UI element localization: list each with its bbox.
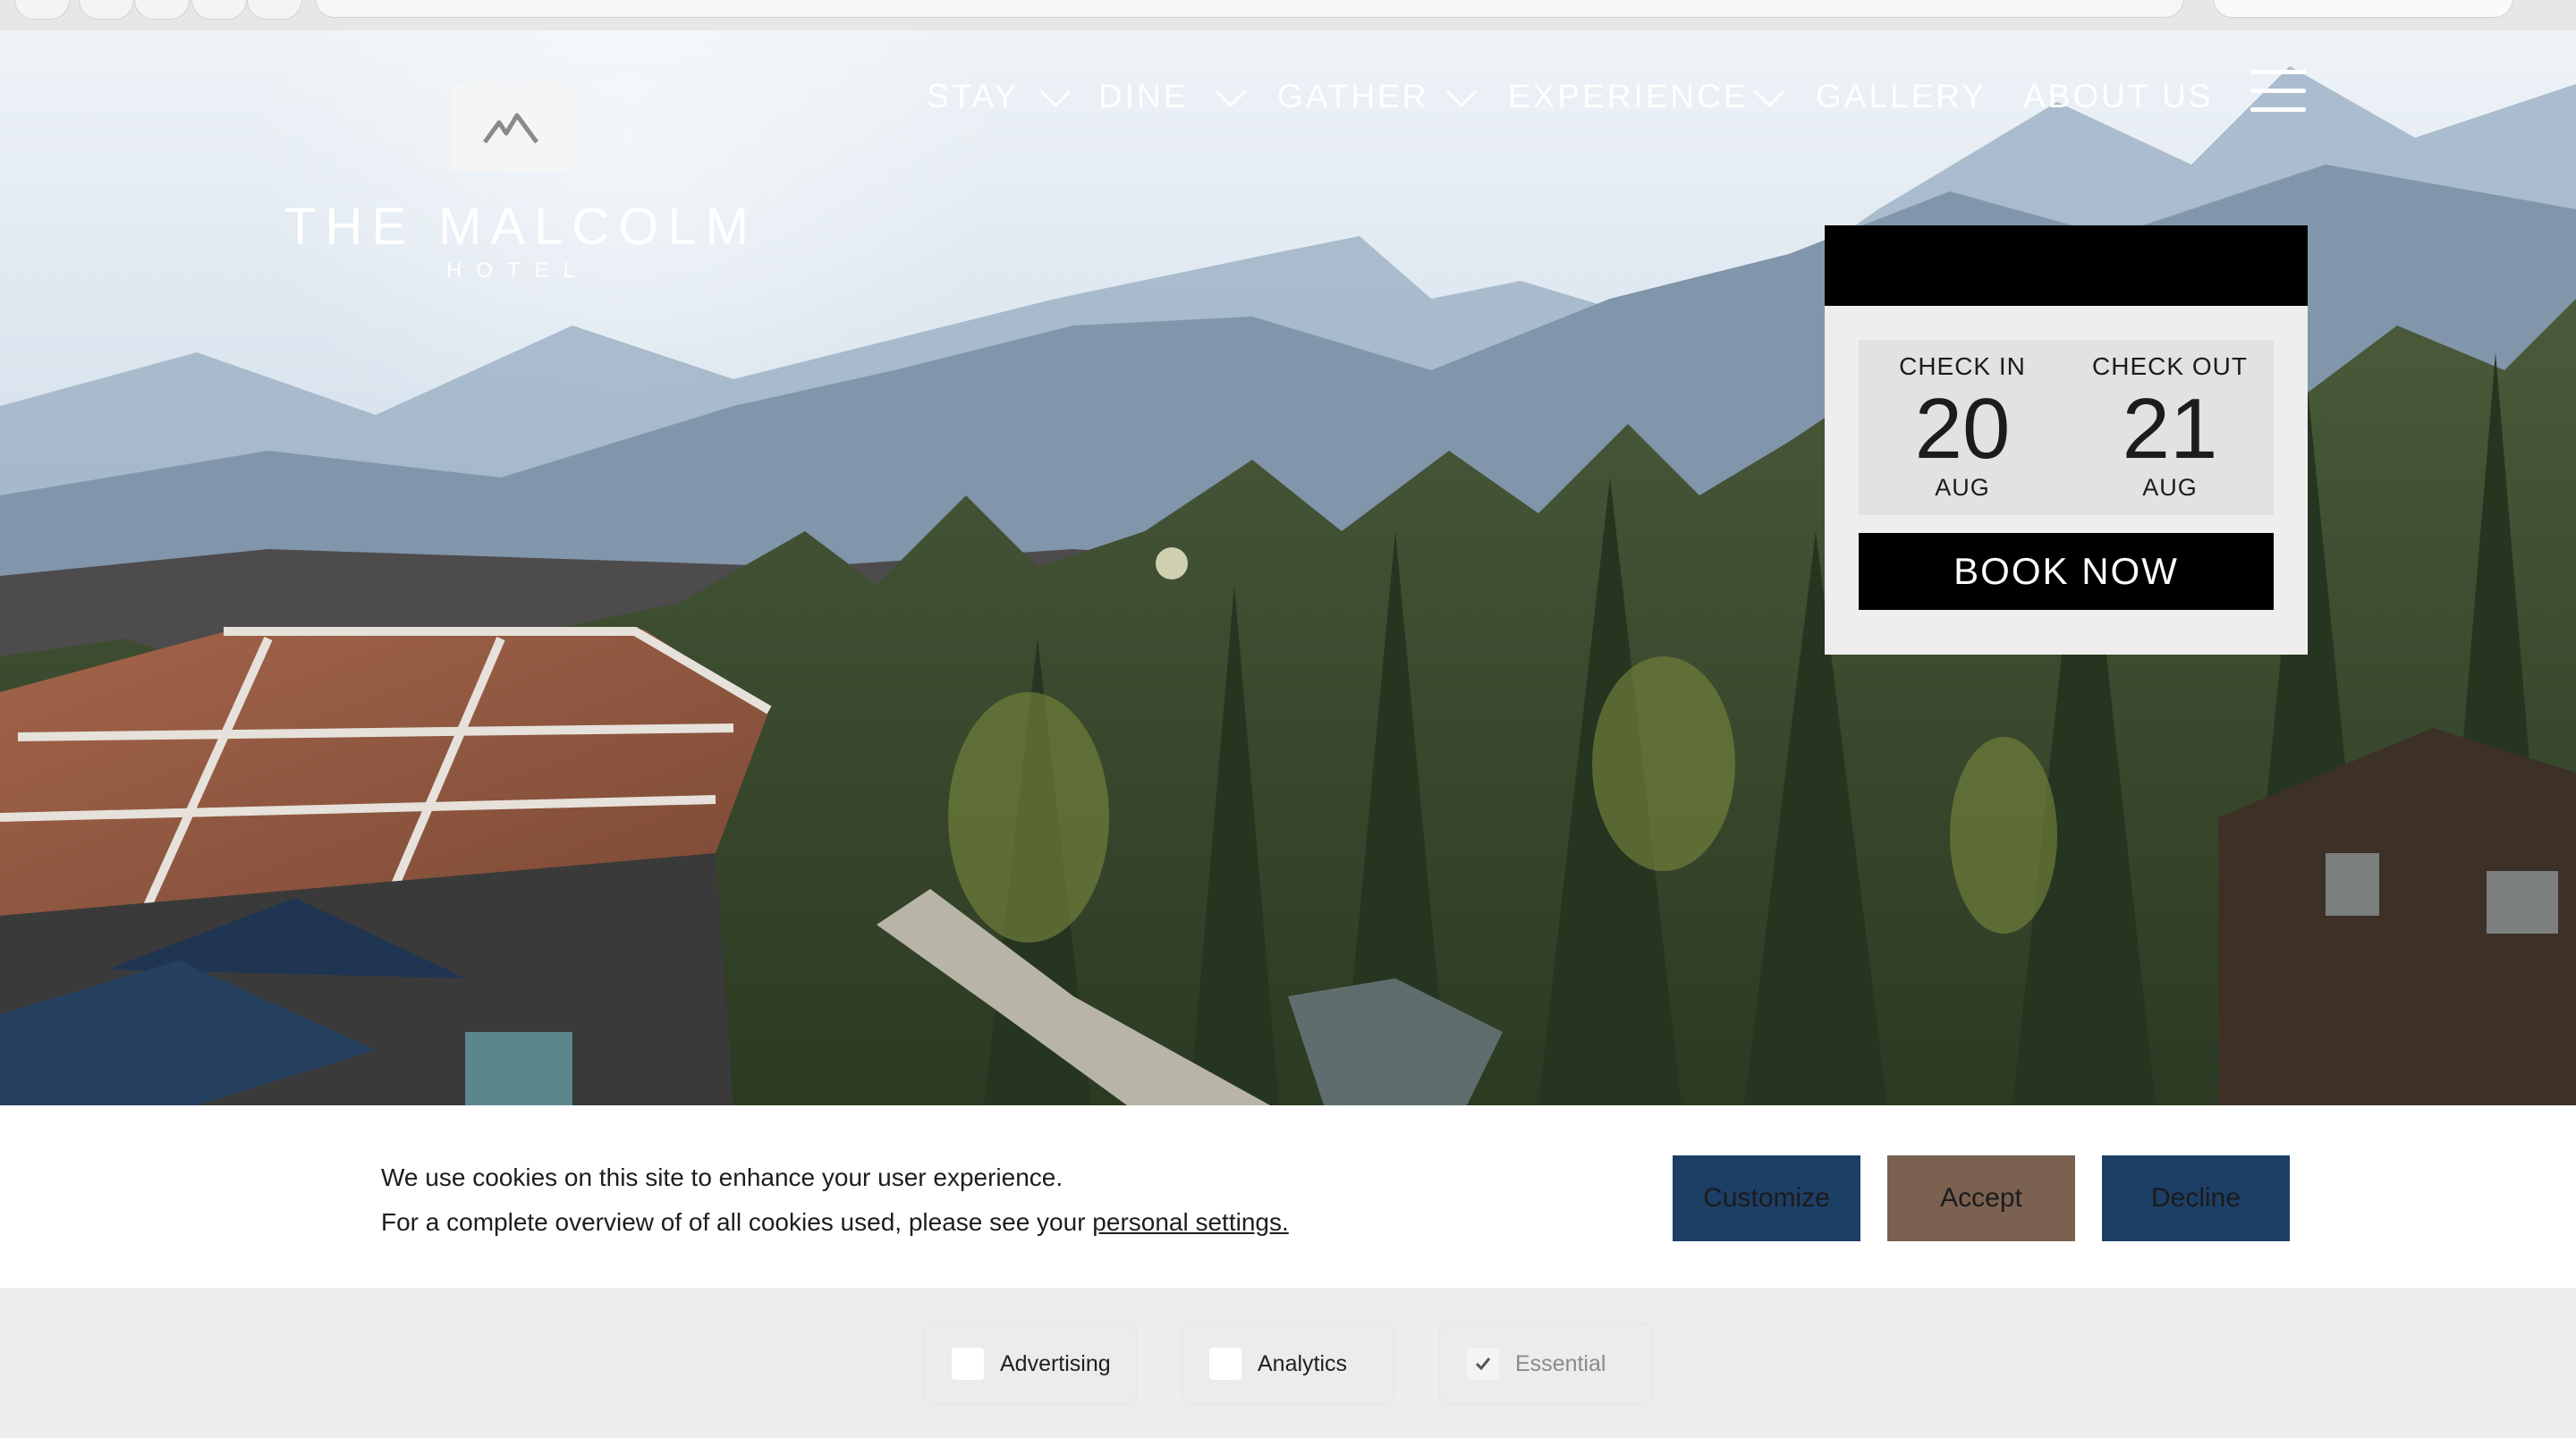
essential-checkbox: Essential [1440, 1324, 1651, 1404]
decline-button[interactable]: Decline [2102, 1155, 2290, 1241]
check-out-label: CHECK OUT [2092, 352, 2248, 380]
booking-header-bar [1825, 225, 2308, 306]
nav-item-gallery[interactable]: GALLERY [1816, 72, 1987, 122]
checkbox-label: Essential [1515, 1350, 1606, 1376]
check-in-label: CHECK IN [1899, 352, 2026, 380]
browser-extension-icon[interactable] [191, 0, 247, 20]
cookie-line-1: We use cookies on this site to enhance y… [381, 1163, 1063, 1191]
personal-settings-link[interactable]: personal settings. [1092, 1208, 1288, 1236]
mountain-logo-icon [452, 84, 570, 172]
check-out-date[interactable]: CHECK OUT 21 AUG [2066, 340, 2274, 502]
book-now-button[interactable]: BOOK NOW [1859, 533, 2274, 610]
checkbox-label: Analytics [1258, 1350, 1348, 1376]
chevron-down-icon[interactable] [1038, 84, 1073, 111]
browser-shield-icon[interactable] [79, 0, 134, 20]
nav-item-gather[interactable]: GATHER [1277, 72, 1428, 122]
accept-button[interactable]: Accept [1887, 1155, 2075, 1241]
nav-label: DINE [1098, 78, 1189, 114]
hotel-logo[interactable]: THE MALCOLM HOTEL [284, 84, 758, 283]
brand-name: THE MALCOLM [284, 198, 758, 256]
booking-widget: CHECK IN 20 AUG CHECK OUT 21 AUG BOOK NO… [1825, 225, 2308, 655]
date-selector[interactable]: CHECK IN 20 AUG CHECK OUT 21 AUG [1859, 340, 2274, 515]
check-in-month: AUG [1935, 474, 1990, 501]
checkbox-box [1467, 1348, 1499, 1380]
check-in-date[interactable]: CHECK IN 20 AUG [1859, 340, 2066, 502]
nav-label: GALLERY [1816, 78, 1987, 114]
checkbox-box[interactable] [952, 1348, 984, 1380]
cookie-line-2-text: For a complete overview of of all cookie… [381, 1208, 1086, 1236]
nav-label: GATHER [1277, 78, 1429, 114]
hero-section: THE MALCOLM HOTEL STAY DINE GATHER EXPER… [0, 30, 2576, 1105]
nav-item-dine[interactable]: DINE [1098, 72, 1188, 122]
cookie-settings-panel: Advertising Analytics Essential [0, 1288, 2576, 1438]
chevron-down-icon[interactable] [1213, 84, 1249, 111]
hamburger-icon[interactable] [2250, 70, 2306, 114]
chevron-down-icon[interactable] [1444, 84, 1479, 111]
browser-tools-icon[interactable] [247, 0, 302, 20]
check-in-day: 20 [1914, 381, 2011, 477]
nav-label: EXPERIENCE [1508, 78, 1749, 114]
checkbox-box[interactable] [1209, 1348, 1241, 1380]
cookie-line-2: For a complete overview of of all cookie… [381, 1200, 1289, 1245]
brand-subtitle: HOTEL [445, 258, 589, 283]
check-out-month: AUG [2142, 474, 2198, 501]
check-icon [1475, 1358, 1491, 1371]
cookie-message: We use cookies on this site to enhance y… [381, 1155, 1289, 1245]
nav-item-stay[interactable]: STAY [927, 72, 1019, 122]
browser-toolbar [0, 0, 2576, 30]
nav-label: ABOUT US [2023, 78, 2214, 114]
advertising-checkbox[interactable]: Advertising [925, 1324, 1136, 1404]
analytics-checkbox[interactable]: Analytics [1182, 1324, 1394, 1404]
checkbox-label: Advertising [1000, 1350, 1111, 1376]
nav-item-about-us[interactable]: ABOUT US [2023, 72, 2213, 122]
browser-sidebar-button[interactable] [14, 0, 70, 20]
nav-item-experience[interactable]: EXPERIENCE [1508, 72, 1749, 122]
cookie-banner: We use cookies on this site to enhance y… [0, 1105, 2576, 1288]
nav-label: STAY [927, 78, 1020, 114]
browser-refresh-icon[interactable] [134, 0, 190, 20]
chevron-down-icon[interactable] [1751, 84, 1787, 111]
check-out-day: 21 [2122, 381, 2218, 477]
browser-address-pill[interactable] [2213, 0, 2513, 18]
browser-tab-strip[interactable] [315, 0, 2184, 18]
customize-button[interactable]: Customize [1673, 1155, 1860, 1241]
